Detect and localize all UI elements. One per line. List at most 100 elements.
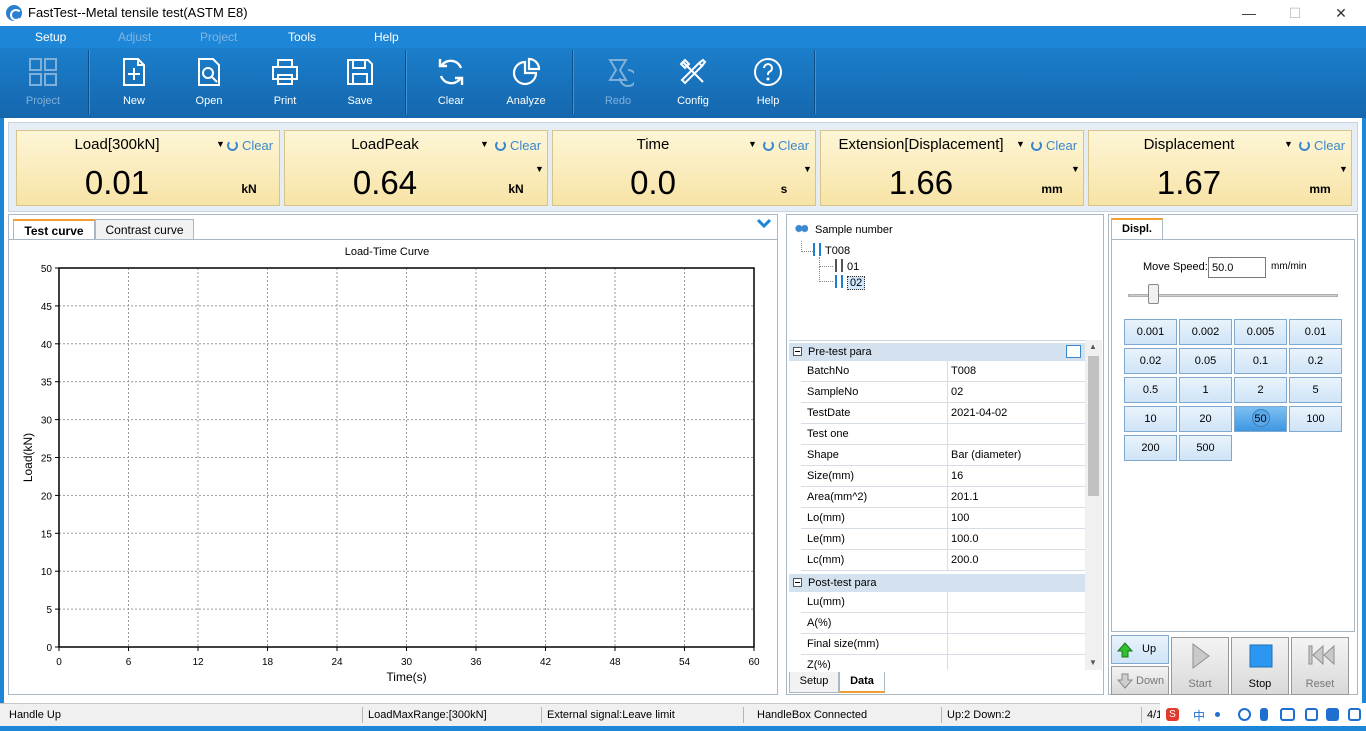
tab-data[interactable]: Data: [839, 672, 885, 693]
maximize-button[interactable]: ☐: [1272, 0, 1318, 26]
param-value[interactable]: [947, 592, 1085, 612]
param-value[interactable]: 201.1: [947, 487, 1085, 507]
new-button[interactable]: New: [104, 56, 164, 112]
tab-displ[interactable]: Displ.: [1111, 218, 1163, 239]
scroll-down-icon[interactable]: ▼: [1089, 658, 1097, 667]
minimize-button[interactable]: —: [1226, 0, 1272, 26]
tab-setup[interactable]: Setup: [789, 672, 839, 693]
speed-preset-button[interactable]: 50: [1234, 406, 1287, 432]
move-speed-input[interactable]: [1208, 257, 1266, 278]
param-value[interactable]: T008: [947, 361, 1085, 381]
scroll-thumb[interactable]: [1088, 356, 1099, 496]
grid-apps-icon[interactable]: [1305, 708, 1318, 721]
speed-preset-button[interactable]: 10: [1124, 406, 1177, 432]
reset-button[interactable]: Reset: [1291, 637, 1349, 695]
speed-preset-button[interactable]: 0.1: [1234, 348, 1287, 374]
menu-tools[interactable]: Tools: [288, 30, 316, 44]
speed-slider-thumb[interactable]: [1148, 284, 1159, 304]
scroll-up-icon[interactable]: ▲: [1089, 342, 1097, 351]
param-row[interactable]: Lo(mm) 100: [801, 508, 1085, 529]
param-value[interactable]: Bar (diameter): [947, 445, 1085, 465]
menu-help[interactable]: Help: [374, 30, 399, 44]
emoji-icon[interactable]: [1238, 708, 1251, 721]
param-row[interactable]: SampleNo 02: [801, 382, 1085, 403]
menu-setup[interactable]: Setup: [35, 30, 66, 44]
param-value[interactable]: 200.0: [947, 550, 1085, 570]
param-row[interactable]: Area(mm^2) 201.1: [801, 487, 1085, 508]
meter-clear-button[interactable]: Clear: [1031, 138, 1077, 153]
param-row[interactable]: Size(mm) 16: [801, 466, 1085, 487]
unit-dropdown-icon[interactable]: ▼: [803, 164, 812, 174]
speed-preset-button[interactable]: 5: [1289, 377, 1342, 403]
param-value[interactable]: 100: [947, 508, 1085, 528]
param-row[interactable]: Shape Bar (diameter): [801, 445, 1085, 466]
unit-dropdown-icon[interactable]: ▼: [1339, 164, 1348, 174]
tree-batch-node[interactable]: T008: [813, 243, 850, 257]
help-button[interactable]: Help: [738, 56, 798, 112]
tree-sample-02[interactable]: 02: [835, 275, 866, 290]
print-button[interactable]: Print: [255, 56, 315, 112]
param-row[interactable]: Le(mm) 100.0: [801, 529, 1085, 550]
open-button[interactable]: Open: [179, 56, 239, 112]
speed-preset-button[interactable]: 0.002: [1179, 319, 1232, 345]
meter-dropdown-icon[interactable]: ▼: [480, 139, 489, 149]
shirt-icon[interactable]: [1326, 708, 1339, 721]
close-button[interactable]: ✕: [1318, 0, 1364, 26]
param-row[interactable]: Lu(mm): [801, 592, 1085, 613]
grid-scrollbar[interactable]: ▲ ▼: [1085, 340, 1102, 670]
speed-slider-track[interactable]: [1128, 294, 1338, 297]
speed-preset-button[interactable]: 0.5: [1124, 377, 1177, 403]
keyboard-icon[interactable]: [1280, 708, 1295, 721]
ime-language-indicator[interactable]: 中: [1193, 707, 1205, 724]
speed-preset-button[interactable]: 0.2: [1289, 348, 1342, 374]
tree-root[interactable]: Sample number: [795, 223, 893, 236]
param-row[interactable]: A(%): [801, 613, 1085, 634]
group-posttest[interactable]: Post-test para: [789, 574, 1085, 592]
speed-preset-button[interactable]: 0.01: [1289, 319, 1342, 345]
down-button[interactable]: Down: [1111, 666, 1169, 695]
collapse-icon[interactable]: [793, 347, 802, 356]
tree-sample-01[interactable]: 01: [835, 259, 859, 273]
param-value[interactable]: 100.0: [947, 529, 1085, 549]
meter-dropdown-icon[interactable]: ▼: [748, 139, 757, 149]
menu-project[interactable]: Project: [200, 30, 237, 44]
meter-dropdown-icon[interactable]: ▼: [1016, 139, 1025, 149]
speed-preset-button[interactable]: 0.005: [1234, 319, 1287, 345]
speed-preset-button[interactable]: 0.05: [1179, 348, 1232, 374]
microphone-icon[interactable]: [1260, 708, 1268, 721]
unit-dropdown-icon[interactable]: ▼: [535, 164, 544, 174]
grid-settings-icon[interactable]: [1066, 345, 1081, 358]
stop-button[interactable]: Stop: [1231, 637, 1289, 695]
up-button[interactable]: Up: [1111, 635, 1169, 664]
save-button[interactable]: Save: [330, 56, 390, 112]
meter-clear-button[interactable]: Clear: [227, 138, 273, 153]
param-row[interactable]: BatchNo T008: [801, 361, 1085, 382]
meter-clear-button[interactable]: Clear: [763, 138, 809, 153]
param-value[interactable]: [947, 613, 1085, 633]
param-value[interactable]: [947, 424, 1085, 444]
collapse-icon[interactable]: [793, 578, 802, 587]
param-value[interactable]: 16: [947, 466, 1085, 486]
config-button[interactable]: Config: [663, 56, 723, 112]
meter-dropdown-icon[interactable]: ▼: [216, 139, 225, 149]
menu-adjust[interactable]: Adjust: [118, 30, 151, 44]
param-value[interactable]: [947, 655, 1085, 670]
meter-dropdown-icon[interactable]: ▼: [1284, 139, 1293, 149]
speed-preset-button[interactable]: 200: [1124, 435, 1177, 461]
speed-preset-button[interactable]: 20: [1179, 406, 1232, 432]
speed-preset-button[interactable]: 0.001: [1124, 319, 1177, 345]
tab-test-curve[interactable]: Test curve: [13, 219, 95, 240]
start-button[interactable]: Start: [1171, 637, 1229, 695]
settings-grid-icon[interactable]: [1348, 708, 1361, 721]
param-row[interactable]: Final size(mm): [801, 634, 1085, 655]
param-row[interactable]: Test one: [801, 424, 1085, 445]
param-row[interactable]: TestDate 2021-04-02: [801, 403, 1085, 424]
speed-preset-button[interactable]: 2: [1234, 377, 1287, 403]
chevron-down-icon[interactable]: [757, 218, 771, 230]
redo-button[interactable]: Redo: [588, 56, 648, 112]
speed-preset-button[interactable]: 0.02: [1124, 348, 1177, 374]
param-value[interactable]: 02: [947, 382, 1085, 402]
param-row[interactable]: Lc(mm) 200.0: [801, 550, 1085, 571]
speed-preset-button[interactable]: 1: [1179, 377, 1232, 403]
speed-preset-button[interactable]: 500: [1179, 435, 1232, 461]
